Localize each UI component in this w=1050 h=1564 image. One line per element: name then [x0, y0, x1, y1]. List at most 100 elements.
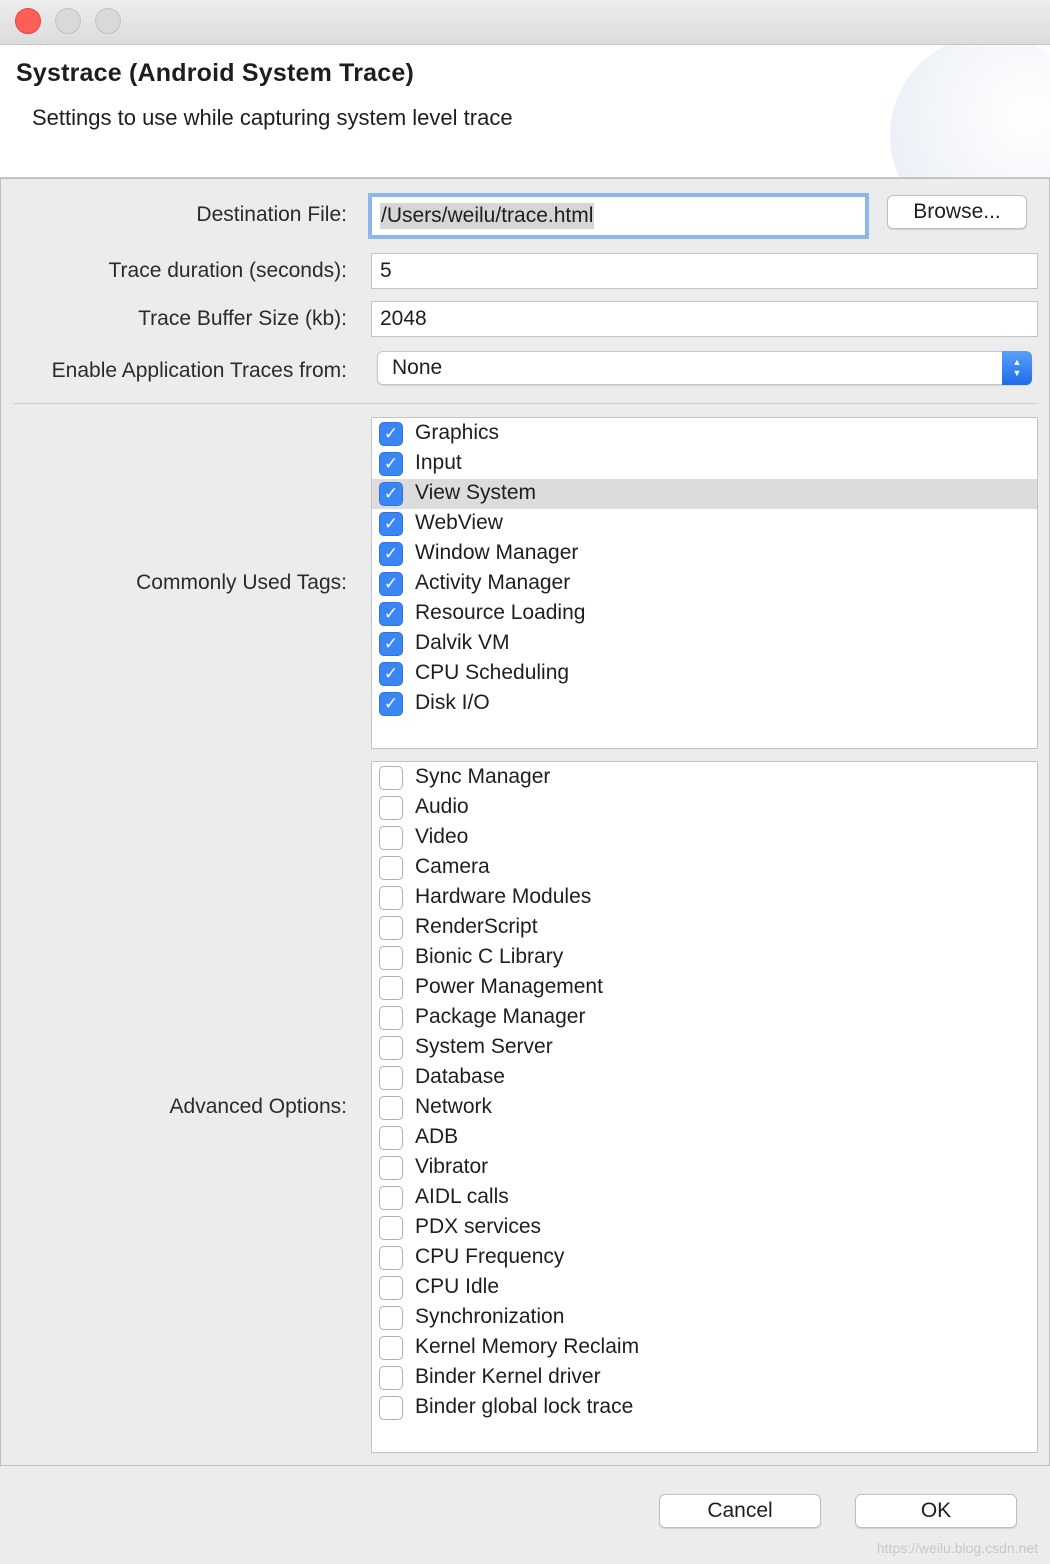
- checkbox-unchecked-icon[interactable]: [379, 1006, 403, 1030]
- advanced-option-row[interactable]: ADB: [372, 1123, 1037, 1153]
- advanced-option-label: Package Manager: [415, 1005, 586, 1028]
- checkbox-unchecked-icon[interactable]: [379, 826, 403, 850]
- common-tag-label: Input: [415, 451, 462, 474]
- checkbox-unchecked-icon[interactable]: [379, 1366, 403, 1390]
- common-tag-row[interactable]: ✓ Activity Manager: [372, 569, 1037, 599]
- checkbox-unchecked-icon[interactable]: [379, 1246, 403, 1270]
- advanced-option-row[interactable]: CPU Idle: [372, 1273, 1037, 1303]
- header-decoration: [890, 45, 1050, 177]
- common-tag-row[interactable]: ✓ Input: [372, 449, 1037, 479]
- advanced-option-row[interactable]: Sync Manager: [372, 763, 1037, 793]
- common-tag-label: View System: [415, 481, 536, 504]
- checkbox-unchecked-icon[interactable]: [379, 856, 403, 880]
- advanced-option-label: Vibrator: [415, 1155, 489, 1178]
- trace-buffer-size-input[interactable]: 2048: [371, 301, 1038, 337]
- checkbox-checked-icon[interactable]: ✓: [379, 512, 403, 536]
- checkbox-checked-icon[interactable]: ✓: [379, 602, 403, 626]
- checkbox-checked-icon[interactable]: ✓: [379, 692, 403, 716]
- common-tag-row[interactable]: ✓ Window Manager: [372, 539, 1037, 569]
- checkbox-checked-icon[interactable]: ✓: [379, 662, 403, 686]
- advanced-option-row[interactable]: Binder global lock trace: [372, 1393, 1037, 1423]
- checkbox-checked-icon[interactable]: ✓: [379, 542, 403, 566]
- advanced-option-row[interactable]: Kernel Memory Reclaim: [372, 1333, 1037, 1363]
- advanced-option-label: CPU Idle: [415, 1275, 500, 1298]
- checkbox-unchecked-icon[interactable]: [379, 1066, 403, 1090]
- common-tag-row[interactable]: ✓ WebView: [372, 509, 1037, 539]
- advanced-option-label: Sync Manager: [415, 765, 551, 788]
- close-window-button[interactable]: [15, 8, 41, 34]
- checkbox-checked-icon[interactable]: ✓: [379, 452, 403, 476]
- checkbox-unchecked-icon[interactable]: [379, 1186, 403, 1210]
- checkbox-unchecked-icon[interactable]: [379, 916, 403, 940]
- advanced-option-row[interactable]: Audio: [372, 793, 1037, 823]
- checkbox-checked-icon[interactable]: ✓: [379, 422, 403, 446]
- common-tag-label: Activity Manager: [415, 571, 571, 594]
- checkbox-unchecked-icon[interactable]: [379, 886, 403, 910]
- checkbox-unchecked-icon[interactable]: [379, 1276, 403, 1300]
- advanced-option-row[interactable]: System Server: [372, 1033, 1037, 1063]
- destination-file-value: /Users/weilu/trace.html: [380, 203, 595, 229]
- section-divider: [13, 403, 1037, 404]
- common-tag-row[interactable]: ✓ Disk I/O: [372, 689, 1037, 719]
- advanced-option-row[interactable]: Bionic C Library: [372, 943, 1037, 973]
- app-traces-select[interactable]: None ▲ ▼: [377, 351, 1032, 385]
- trace-duration-label: Trace duration (seconds):: [108, 259, 348, 282]
- checkbox-unchecked-icon[interactable]: [379, 766, 403, 790]
- advanced-option-row[interactable]: Hardware Modules: [372, 883, 1037, 913]
- zoom-window-button[interactable]: [95, 8, 121, 34]
- common-tag-row[interactable]: ✓ Resource Loading: [372, 599, 1037, 629]
- browse-button[interactable]: Browse...: [887, 195, 1027, 229]
- settings-panel: Destination File: /Users/weilu/trace.htm…: [0, 178, 1050, 1466]
- checkbox-unchecked-icon[interactable]: [379, 1336, 403, 1360]
- trace-duration-input[interactable]: 5: [371, 253, 1038, 289]
- advanced-option-row[interactable]: Camera: [372, 853, 1037, 883]
- checkbox-unchecked-icon[interactable]: [379, 946, 403, 970]
- common-tags-list[interactable]: ✓ Graphics ✓ Input ✓ View System ✓ WebView ✓ Wind…: [371, 417, 1038, 749]
- app-traces-selected-value: None: [392, 356, 443, 379]
- checkbox-unchecked-icon[interactable]: [379, 976, 403, 1000]
- advanced-option-row[interactable]: PDX services: [372, 1213, 1037, 1243]
- checkbox-unchecked-icon[interactable]: [379, 1096, 403, 1120]
- checkbox-unchecked-icon[interactable]: [379, 1306, 403, 1330]
- checkbox-unchecked-icon[interactable]: [379, 796, 403, 820]
- common-tag-row[interactable]: ✓ Graphics: [372, 419, 1037, 449]
- destination-file-input[interactable]: /Users/weilu/trace.html: [371, 196, 866, 236]
- advanced-option-label: Database: [415, 1065, 505, 1088]
- advanced-options-list[interactable]: Sync Manager Audio Video Camera Hardware Mod…: [371, 761, 1038, 1453]
- common-tag-label: Disk I/O: [415, 691, 490, 714]
- checkbox-unchecked-icon[interactable]: [379, 1396, 403, 1420]
- common-tag-row[interactable]: ✓ View System: [372, 479, 1037, 509]
- title-bar: [0, 0, 1050, 45]
- advanced-option-label: Synchronization: [415, 1305, 565, 1328]
- advanced-option-row[interactable]: Synchronization: [372, 1303, 1037, 1333]
- checkbox-unchecked-icon[interactable]: [379, 1156, 403, 1180]
- advanced-option-row[interactable]: RenderScript: [372, 913, 1037, 943]
- advanced-option-row[interactable]: Power Management: [372, 973, 1037, 1003]
- advanced-option-label: CPU Frequency: [415, 1245, 565, 1268]
- advanced-option-row[interactable]: Vibrator: [372, 1153, 1037, 1183]
- advanced-option-label: Kernel Memory Reclaim: [415, 1335, 640, 1358]
- cancel-button[interactable]: Cancel: [659, 1494, 821, 1528]
- checkbox-checked-icon[interactable]: ✓: [379, 482, 403, 506]
- advanced-option-row[interactable]: Package Manager: [372, 1003, 1037, 1033]
- advanced-option-row[interactable]: AIDL calls: [372, 1183, 1037, 1213]
- advanced-option-row[interactable]: Binder Kernel driver: [372, 1363, 1037, 1393]
- common-tag-row[interactable]: ✓ CPU Scheduling: [372, 659, 1037, 689]
- checkbox-unchecked-icon[interactable]: [379, 1216, 403, 1240]
- checkbox-checked-icon[interactable]: ✓: [379, 572, 403, 596]
- checkbox-checked-icon[interactable]: ✓: [379, 632, 403, 656]
- advanced-option-row[interactable]: Video: [372, 823, 1037, 853]
- common-tag-row[interactable]: ✓ Dalvik VM: [372, 629, 1037, 659]
- app-traces-label: Enable Application Traces from:: [51, 359, 347, 382]
- ok-button[interactable]: OK: [855, 1494, 1017, 1528]
- advanced-option-label: Bionic C Library: [415, 945, 564, 968]
- select-arrows-icon: ▲ ▼: [1002, 351, 1032, 385]
- checkbox-unchecked-icon[interactable]: [379, 1036, 403, 1060]
- advanced-option-row[interactable]: Database: [372, 1063, 1037, 1093]
- advanced-option-label: Power Management: [415, 975, 603, 998]
- advanced-option-label: Binder global lock trace: [415, 1395, 634, 1418]
- checkbox-unchecked-icon[interactable]: [379, 1126, 403, 1150]
- advanced-option-row[interactable]: CPU Frequency: [372, 1243, 1037, 1273]
- minimize-window-button[interactable]: [55, 8, 81, 34]
- advanced-option-row[interactable]: Network: [372, 1093, 1037, 1123]
